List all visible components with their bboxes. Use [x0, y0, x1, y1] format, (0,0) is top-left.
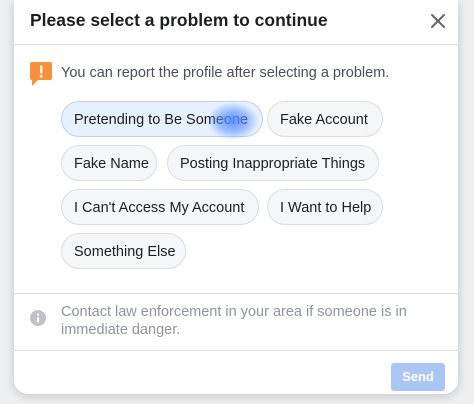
option-want-to-help[interactable]: I Want to Help	[267, 189, 383, 225]
option-pretending-to-be-someone[interactable]: Pretending to Be Someone	[61, 101, 263, 137]
divider-bottom	[14, 350, 458, 351]
option-posting-inappropriate-things[interactable]: Posting Inappropriate Things	[167, 145, 379, 181]
notice-text: You can report the profile after selecti…	[61, 65, 390, 81]
send-button[interactable]: Send	[391, 363, 445, 391]
option-something-else[interactable]: Something Else	[61, 233, 186, 269]
report-notice: You can report the profile after selecti…	[30, 62, 450, 86]
divider-top	[14, 293, 458, 294]
option-fake-account[interactable]: Fake Account	[267, 101, 383, 137]
warning-flag-icon	[30, 62, 52, 86]
option-cant-access-account[interactable]: I Can't Access My Account	[61, 189, 259, 225]
close-icon	[431, 14, 445, 28]
dialog-title: Please select a problem to continue	[30, 10, 328, 30]
dialog-header: Please select a problem to continue	[14, 0, 458, 45]
report-dialog: Please select a problem to continue You …	[14, 0, 458, 394]
info-icon	[30, 310, 46, 326]
info-text: Contact law enforcement in your area if …	[61, 304, 407, 338]
close-button[interactable]	[428, 11, 448, 31]
option-fake-name[interactable]: Fake Name	[61, 145, 157, 181]
